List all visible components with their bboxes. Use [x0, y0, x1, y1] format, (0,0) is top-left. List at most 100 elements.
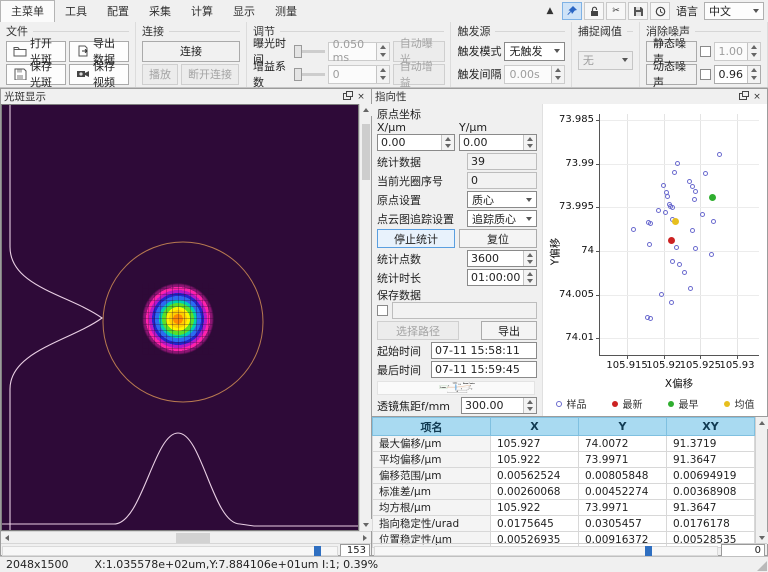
float-panel-icon[interactable]	[340, 91, 354, 103]
end-time-field[interactable]: 07-11 15:59:45	[431, 361, 537, 378]
scroll-right-icon[interactable]	[359, 532, 371, 544]
origin-x-spinbox[interactable]: 0.00	[377, 134, 455, 151]
horizontal-scrollbar[interactable]	[1, 531, 371, 543]
close-panel-icon[interactable]: ×	[750, 91, 764, 103]
scroll-up-icon[interactable]	[756, 417, 768, 429]
save-data-checkbox[interactable]	[377, 305, 388, 316]
static-noise-checkbox[interactable]	[700, 46, 710, 57]
spin-down-icon[interactable]	[524, 278, 536, 286]
data-point	[648, 221, 653, 226]
stop-statistics-button[interactable]: 停止统计	[377, 229, 455, 248]
threshold-select[interactable]: 无	[578, 51, 633, 70]
menu-tab-main[interactable]: 主菜单	[0, 0, 55, 22]
spin-up-icon[interactable]	[377, 43, 389, 52]
menu-tab-config[interactable]: 配置	[97, 0, 139, 22]
value-cell: 0.00805848	[579, 468, 667, 484]
spin-up-icon[interactable]	[442, 135, 454, 143]
exposure-spinbox[interactable]: 0.050 ms	[328, 42, 390, 61]
scissors-icon[interactable]: ✂	[606, 2, 626, 20]
dynamic-noise-spinbox[interactable]: 0.96	[714, 65, 762, 84]
lock-icon[interactable]	[584, 2, 604, 20]
origin-y-spinbox[interactable]: 0.00	[459, 134, 537, 151]
gain-slider[interactable]	[294, 73, 325, 76]
exposure-slider[interactable]	[294, 50, 325, 53]
dynamic-noise-button[interactable]: 动态噪声	[646, 64, 697, 85]
reset-button[interactable]: 复位	[459, 229, 537, 248]
save-path-field[interactable]	[392, 302, 537, 319]
menu-tab-compute[interactable]: 计算	[181, 0, 223, 22]
scrollbar-thumb[interactable]	[362, 124, 370, 180]
gain-slider-handle[interactable]	[294, 68, 302, 81]
save-spot-button[interactable]: 保存光斑	[6, 64, 66, 85]
choose-path-button[interactable]: 选择路径	[377, 321, 459, 340]
data-point	[672, 218, 679, 225]
spin-up-icon[interactable]	[377, 66, 389, 75]
stat-points-spinbox[interactable]: 3600	[467, 250, 537, 267]
play-button[interactable]: 播放	[142, 64, 178, 85]
start-time-field[interactable]: 07-11 15:58:11	[431, 342, 537, 359]
static-noise-spinbox[interactable]: 1.00	[714, 42, 762, 61]
spin-up-icon[interactable]	[524, 251, 536, 259]
trigger-mode-select[interactable]: 无触发	[504, 42, 564, 61]
origin-set-select[interactable]: 质心	[467, 191, 537, 208]
floppy-icon	[13, 68, 27, 80]
menu-tab-measure[interactable]: 测量	[265, 0, 307, 22]
scroll-left-icon[interactable]	[1, 532, 13, 544]
export-button[interactable]: 导出	[481, 321, 537, 340]
spin-down-icon[interactable]	[377, 74, 389, 83]
exposure-slider-handle[interactable]	[294, 45, 302, 58]
spin-up-icon[interactable]	[524, 270, 536, 278]
spin-down-icon[interactable]	[524, 143, 536, 151]
spin-up-icon[interactable]	[524, 135, 536, 143]
value-cell: 73.9971	[579, 500, 667, 516]
close-panel-icon[interactable]: ×	[354, 91, 368, 103]
spin-up-icon[interactable]	[524, 398, 536, 406]
spin-up-icon[interactable]	[748, 43, 760, 52]
scrollbar-thumb[interactable]	[176, 533, 210, 543]
trigger-interval-spinbox[interactable]: 0.00s	[504, 65, 564, 84]
spin-down-icon[interactable]	[748, 74, 760, 83]
spin-up-icon[interactable]	[552, 66, 564, 75]
resize-grip[interactable]	[757, 561, 767, 571]
row-label-cell: 指向稳定性/urad	[373, 516, 491, 532]
pin-icon[interactable]	[562, 2, 582, 20]
vertical-scrollbar[interactable]	[359, 104, 371, 531]
chart-legend: 样品最新最早均值	[543, 396, 767, 411]
row-label-cell: 偏移范围/μm	[373, 468, 491, 484]
menu-tab-tools[interactable]: 工具	[55, 0, 97, 22]
gridline-vertical	[627, 114, 628, 355]
language-select[interactable]: 中文	[704, 2, 764, 20]
spin-down-icon[interactable]	[748, 51, 760, 60]
stat-count-label: 统计数据	[377, 154, 463, 170]
clock-icon[interactable]	[650, 2, 670, 20]
menu-tab-acquire[interactable]: 采集	[139, 0, 181, 22]
spin-down-icon[interactable]	[552, 74, 564, 83]
stat-duration-spinbox[interactable]: 01:00:00	[467, 269, 537, 286]
save-video-button[interactable]: 保存视频	[69, 64, 129, 85]
dynamic-noise-checkbox[interactable]	[700, 69, 710, 80]
row-label-cell: 最大偏移/μm	[373, 436, 491, 452]
spin-down-icon[interactable]	[442, 143, 454, 151]
cloud-track-select[interactable]: 追踪质心	[467, 210, 537, 227]
focal-length-spinbox[interactable]: 300.00	[461, 397, 537, 414]
pointing-slider[interactable]	[374, 546, 718, 556]
table-row: 标准差/μm0.002600680.004522740.00368908	[373, 484, 755, 500]
spin-down-icon[interactable]	[524, 259, 536, 267]
spin-up-icon[interactable]	[748, 66, 760, 75]
display-zoom-slider[interactable]	[2, 546, 338, 556]
table-scrollbar[interactable]	[755, 417, 767, 544]
scroll-down-icon[interactable]	[360, 519, 372, 531]
spin-down-icon[interactable]	[377, 51, 389, 60]
scroll-up-icon[interactable]	[360, 104, 372, 116]
collapse-ribbon-icon[interactable]: ▲	[540, 2, 560, 20]
beam-canvas[interactable]	[1, 104, 359, 531]
menu-tab-display[interactable]: 显示	[223, 0, 265, 22]
float-panel-icon[interactable]	[736, 91, 750, 103]
chevron-down-icon	[526, 217, 532, 221]
auto-gain-button[interactable]: 自动增益	[393, 64, 445, 85]
connect-button[interactable]: 连接	[142, 41, 240, 62]
disconnect-button[interactable]: 断开连接	[181, 64, 239, 85]
save-icon[interactable]	[628, 2, 648, 20]
gain-spinbox[interactable]: 0	[328, 65, 390, 84]
spin-down-icon[interactable]	[524, 406, 536, 414]
